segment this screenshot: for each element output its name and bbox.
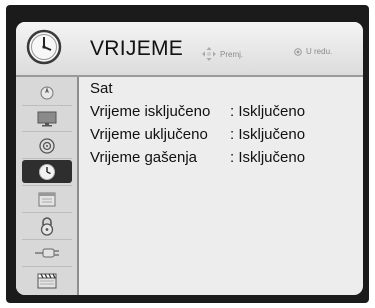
page-title: VRIJEME — [90, 37, 184, 60]
audio-disc-icon — [39, 137, 55, 154]
monitor-icon — [37, 111, 57, 126]
sidebar-item-audio[interactable] — [22, 134, 72, 157]
dpad-icon — [202, 47, 216, 61]
move-hint-label: Premj. — [220, 49, 244, 59]
setting-value: : Isključeno — [230, 149, 306, 166]
ok-hint-label: U redu. — [306, 47, 333, 56]
sidebar-item-media[interactable] — [22, 268, 72, 291]
sidebar-item-options[interactable] — [22, 241, 72, 264]
setting-label: Vrijeme isključeno — [90, 103, 211, 120]
time-menu-panel: VRIJEME Premj. U redu. Sat Vrijeme isklj… — [16, 22, 363, 295]
sidebar-item-monitor[interactable] — [22, 107, 72, 130]
sidebar-item-time[interactable] — [22, 160, 72, 183]
clock-icon — [39, 163, 55, 180]
setting-value: : Isključeno — [230, 126, 306, 143]
sidebar-item-lock[interactable] — [22, 214, 72, 237]
calendar-icon — [38, 192, 56, 206]
setting-label: Vrijeme gašenja — [90, 149, 197, 166]
picture-icon — [40, 86, 54, 99]
setting-value: : Isključeno — [230, 103, 306, 120]
menu-sidebar — [16, 77, 79, 295]
sidebar-item-picture[interactable] — [22, 81, 72, 104]
clock-icon — [26, 29, 62, 65]
menu-header: VRIJEME Premj. U redu. — [16, 22, 363, 77]
clapperboard-icon — [37, 273, 57, 288]
move-hint: Premj. — [202, 47, 243, 61]
setting-label: Vrijeme uključeno — [90, 126, 208, 143]
setting-label: Sat — [90, 80, 113, 97]
lock-icon — [40, 216, 54, 236]
sidebar-item-calendar[interactable] — [22, 187, 72, 210]
tv-menu-frame: VRIJEME Premj. U redu. Sat Vrijeme isklj… — [6, 5, 369, 303]
ok-button-icon — [294, 47, 302, 56]
ok-hint: U redu. — [294, 47, 332, 56]
plug-icon — [35, 248, 59, 257]
